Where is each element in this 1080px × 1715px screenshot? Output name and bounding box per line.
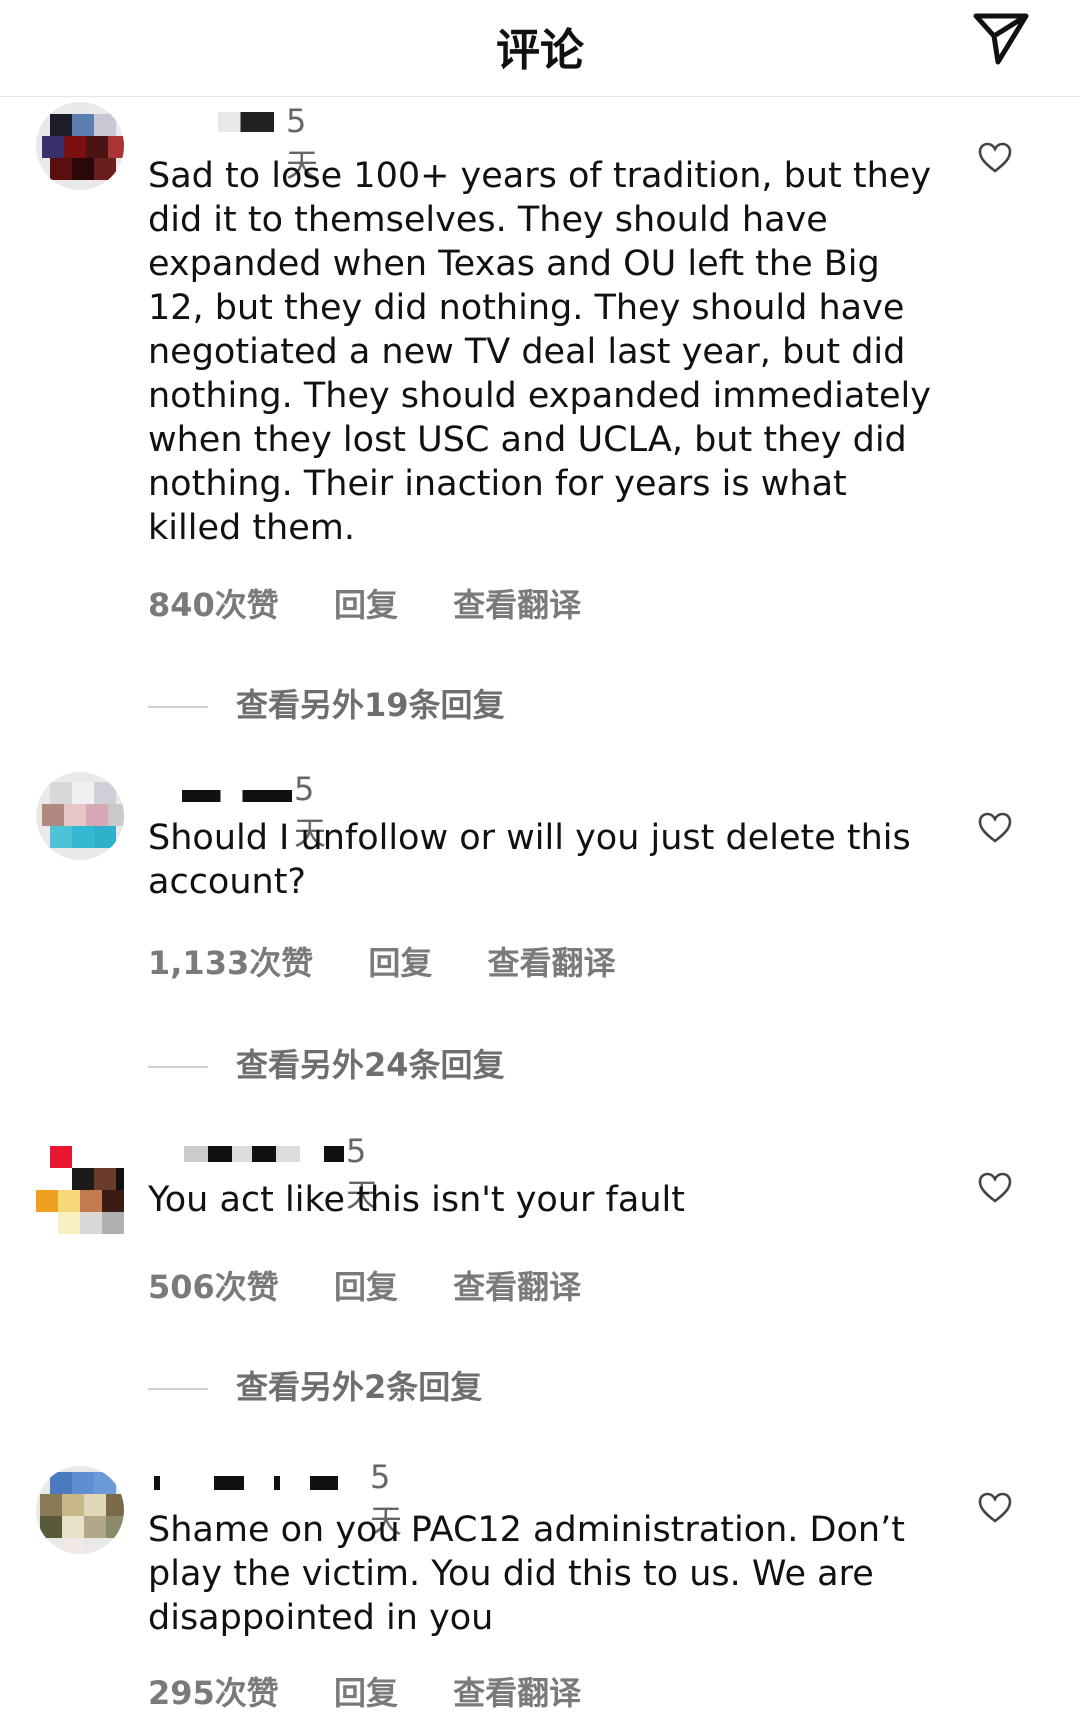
avatar[interactable] xyxy=(36,102,124,190)
avatar[interactable] xyxy=(36,1146,124,1234)
translate-button[interactable]: 查看翻译 xyxy=(488,944,616,982)
page-title: 评论 xyxy=(496,25,584,76)
reply-divider-line xyxy=(148,1066,208,1068)
username-blurred[interactable] xyxy=(182,790,292,802)
translate-button[interactable]: 查看翻译 xyxy=(453,586,581,624)
view-more-replies-label: 查看另外2条回复 xyxy=(236,1368,483,1406)
comment-actions: 1,133次赞 回复 查看翻译 xyxy=(148,938,660,984)
username-blurred[interactable] xyxy=(218,112,274,132)
comment-text: Should I unfollow or will you just delet… xyxy=(148,818,911,902)
heart-icon[interactable] xyxy=(978,1172,1012,1204)
like-count[interactable]: 295次赞 xyxy=(148,1674,279,1712)
username-blurred[interactable] xyxy=(154,1476,354,1490)
like-count[interactable]: 840次赞 xyxy=(148,586,279,624)
view-more-replies[interactable]: 查看另外2条回复 xyxy=(148,1362,482,1408)
avatar[interactable] xyxy=(36,1466,124,1554)
like-count[interactable]: 506次赞 xyxy=(148,1268,279,1306)
view-more-replies[interactable]: 查看另外19条回复 xyxy=(148,680,505,726)
reply-button[interactable]: 回复 xyxy=(334,586,398,624)
header-bar: 评论 xyxy=(0,0,1080,97)
reply-button[interactable]: 回复 xyxy=(334,1268,398,1306)
reply-divider-line xyxy=(148,706,208,708)
avatar[interactable] xyxy=(36,772,124,860)
heart-icon[interactable] xyxy=(978,142,1012,174)
view-more-replies-label: 查看另外24条回复 xyxy=(236,1046,505,1084)
comment-actions: 840次赞 回复 查看翻译 xyxy=(148,580,625,626)
comment-text: You act like this isn't your fault xyxy=(148,1180,685,1220)
view-more-replies-label: 查看另外19条回复 xyxy=(236,686,505,724)
comment-actions: 295次赞 回复 查看翻译 xyxy=(148,1668,625,1714)
translate-button[interactable]: 查看翻译 xyxy=(453,1268,581,1306)
paper-plane-icon[interactable] xyxy=(968,6,1032,70)
reply-button[interactable]: 回复 xyxy=(368,944,432,982)
comment-text: Shame on you PAC12 administration. Don’t… xyxy=(148,1510,905,1638)
translate-button[interactable]: 查看翻译 xyxy=(453,1674,581,1712)
comment-text: Sad to lose 100+ years of tradition, but… xyxy=(148,156,932,548)
comment-actions: 506次赞 回复 查看翻译 xyxy=(148,1262,625,1308)
heart-icon[interactable] xyxy=(978,812,1012,844)
heart-icon[interactable] xyxy=(978,1492,1012,1524)
reply-button[interactable]: 回复 xyxy=(334,1674,398,1712)
reply-divider-line xyxy=(148,1388,208,1390)
like-count[interactable]: 1,133次赞 xyxy=(148,944,313,982)
view-more-replies[interactable]: 查看另外24条回复 xyxy=(148,1040,505,1086)
